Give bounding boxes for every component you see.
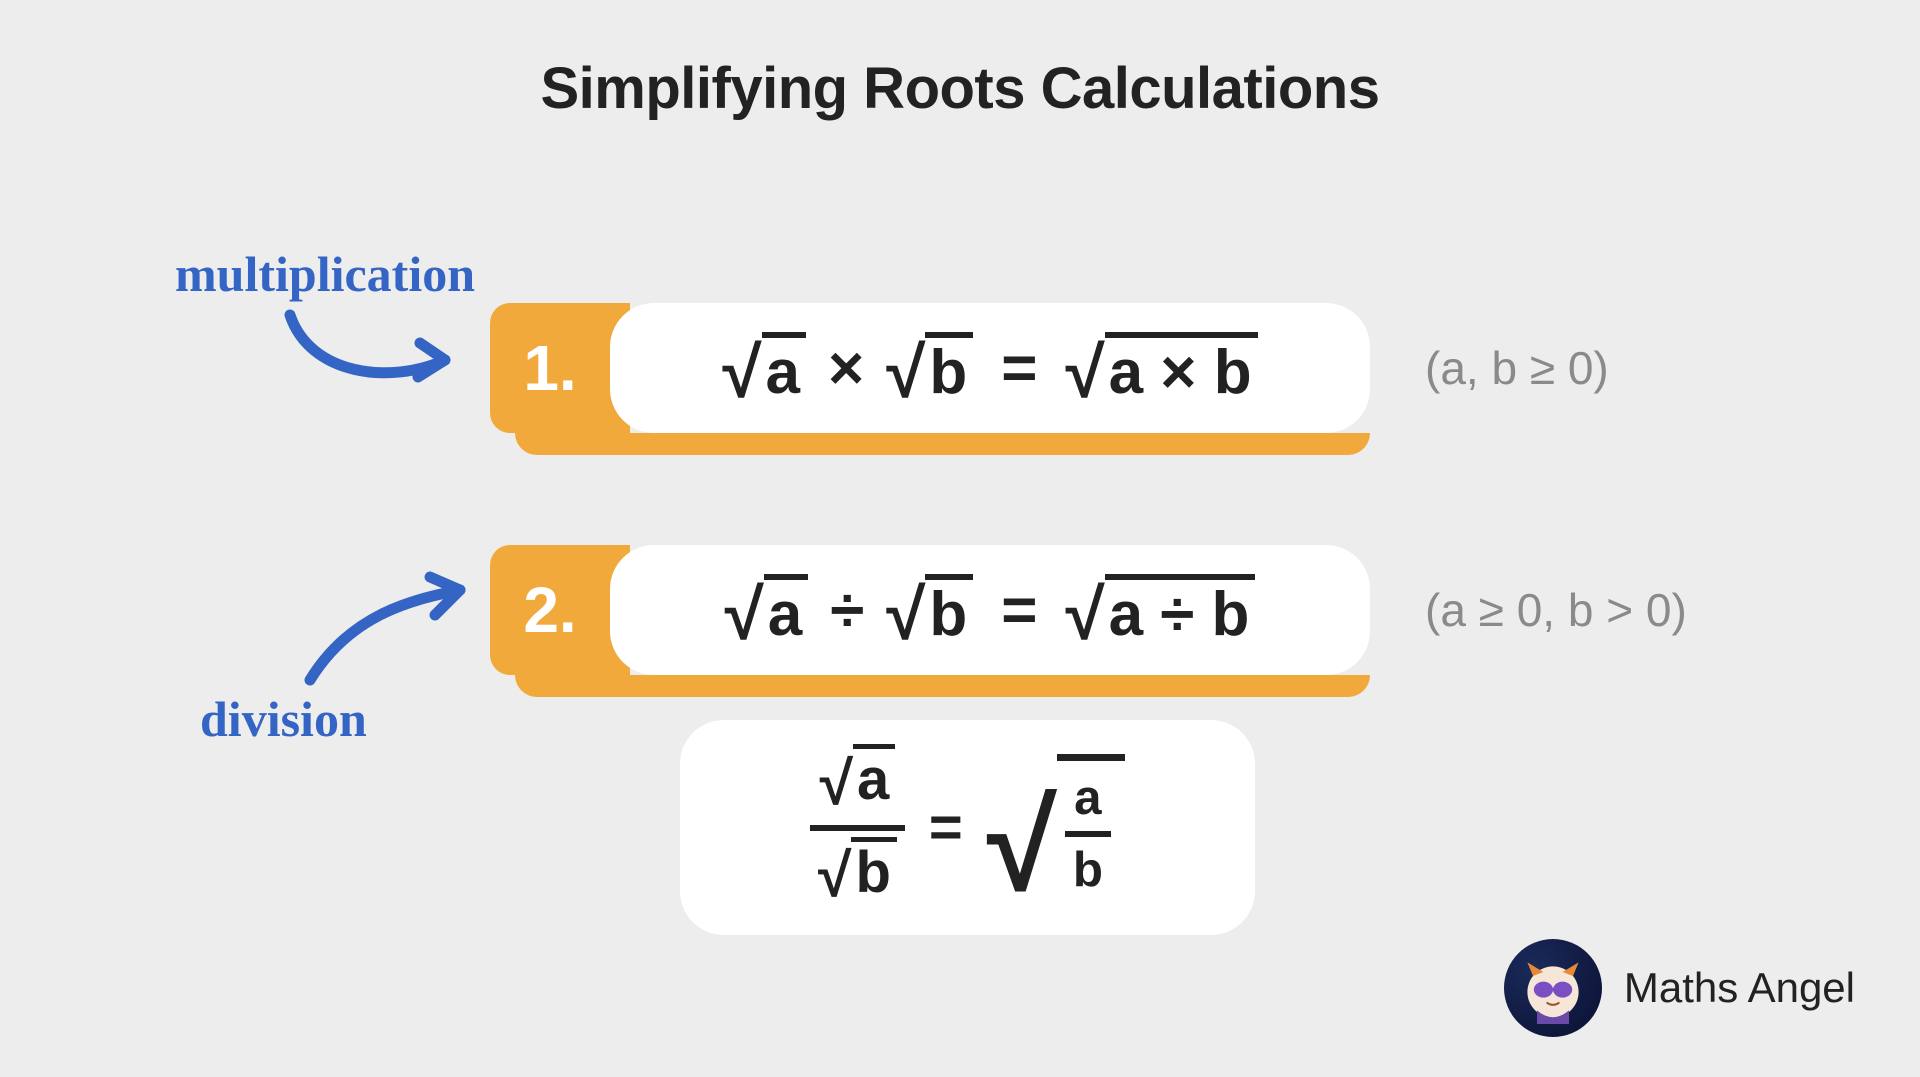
operator-mult: × bbox=[828, 333, 864, 404]
brand-text: Maths Angel bbox=[1624, 964, 1855, 1012]
brand-logo-icon bbox=[1504, 939, 1602, 1037]
rule-number-1: 1. bbox=[490, 303, 630, 433]
formula-multiplication: √a × √b = √a × b bbox=[610, 303, 1370, 433]
frac-inner-b: b bbox=[1065, 831, 1111, 897]
sqrt-b-1: b bbox=[925, 332, 973, 404]
rule-shadow-1 bbox=[515, 433, 1370, 455]
page-title: Simplifying Roots Calculations bbox=[0, 55, 1920, 122]
sqrt-ab-1: a × b bbox=[1105, 332, 1258, 404]
sqrt-a-2: a bbox=[764, 574, 808, 646]
rule-shadow-2 bbox=[515, 675, 1370, 697]
sqrt-a-1: a bbox=[762, 332, 806, 404]
formula-division: √a ÷ √b = √a ÷ b bbox=[610, 545, 1370, 675]
rule-number-1-text: 1. bbox=[523, 331, 576, 405]
frac-inner-a: a bbox=[1066, 771, 1109, 831]
rule-number-2: 2. bbox=[490, 545, 630, 675]
annotation-division: division bbox=[200, 690, 367, 748]
annotation-multiplication: multiplication bbox=[175, 245, 475, 303]
rule-multiplication: 1. √a × √b = √a × b (a, b ≥ 0) bbox=[490, 303, 1609, 433]
formula-fraction-form: √a √b = √ a b bbox=[680, 720, 1255, 935]
brand: Maths Angel bbox=[1504, 939, 1855, 1037]
equals-2: = bbox=[1001, 575, 1037, 646]
operator-div: ÷ bbox=[830, 575, 864, 646]
condition-1: (a, b ≥ 0) bbox=[1425, 341, 1609, 395]
rule-number-2-text: 2. bbox=[523, 573, 576, 647]
frac-den-b: b bbox=[851, 837, 896, 902]
sqrt-ab-2: a ÷ b bbox=[1105, 574, 1256, 646]
sqrt-over-fraction: √ a b bbox=[987, 754, 1125, 901]
arrow-multiplication-icon bbox=[270, 305, 470, 395]
frac-num-a: a bbox=[853, 744, 895, 809]
sqrt-b-2: b bbox=[925, 574, 973, 646]
condition-2: (a ≥ 0, b > 0) bbox=[1425, 583, 1687, 637]
rule-division: 2. √a ÷ √b = √a ÷ b (a ≥ 0, b > 0) bbox=[490, 545, 1687, 675]
fraction-left: √a √b bbox=[810, 744, 905, 910]
equals-1: = bbox=[1001, 333, 1037, 404]
equals-frac: = bbox=[929, 794, 963, 861]
arrow-division-icon bbox=[290, 565, 480, 695]
